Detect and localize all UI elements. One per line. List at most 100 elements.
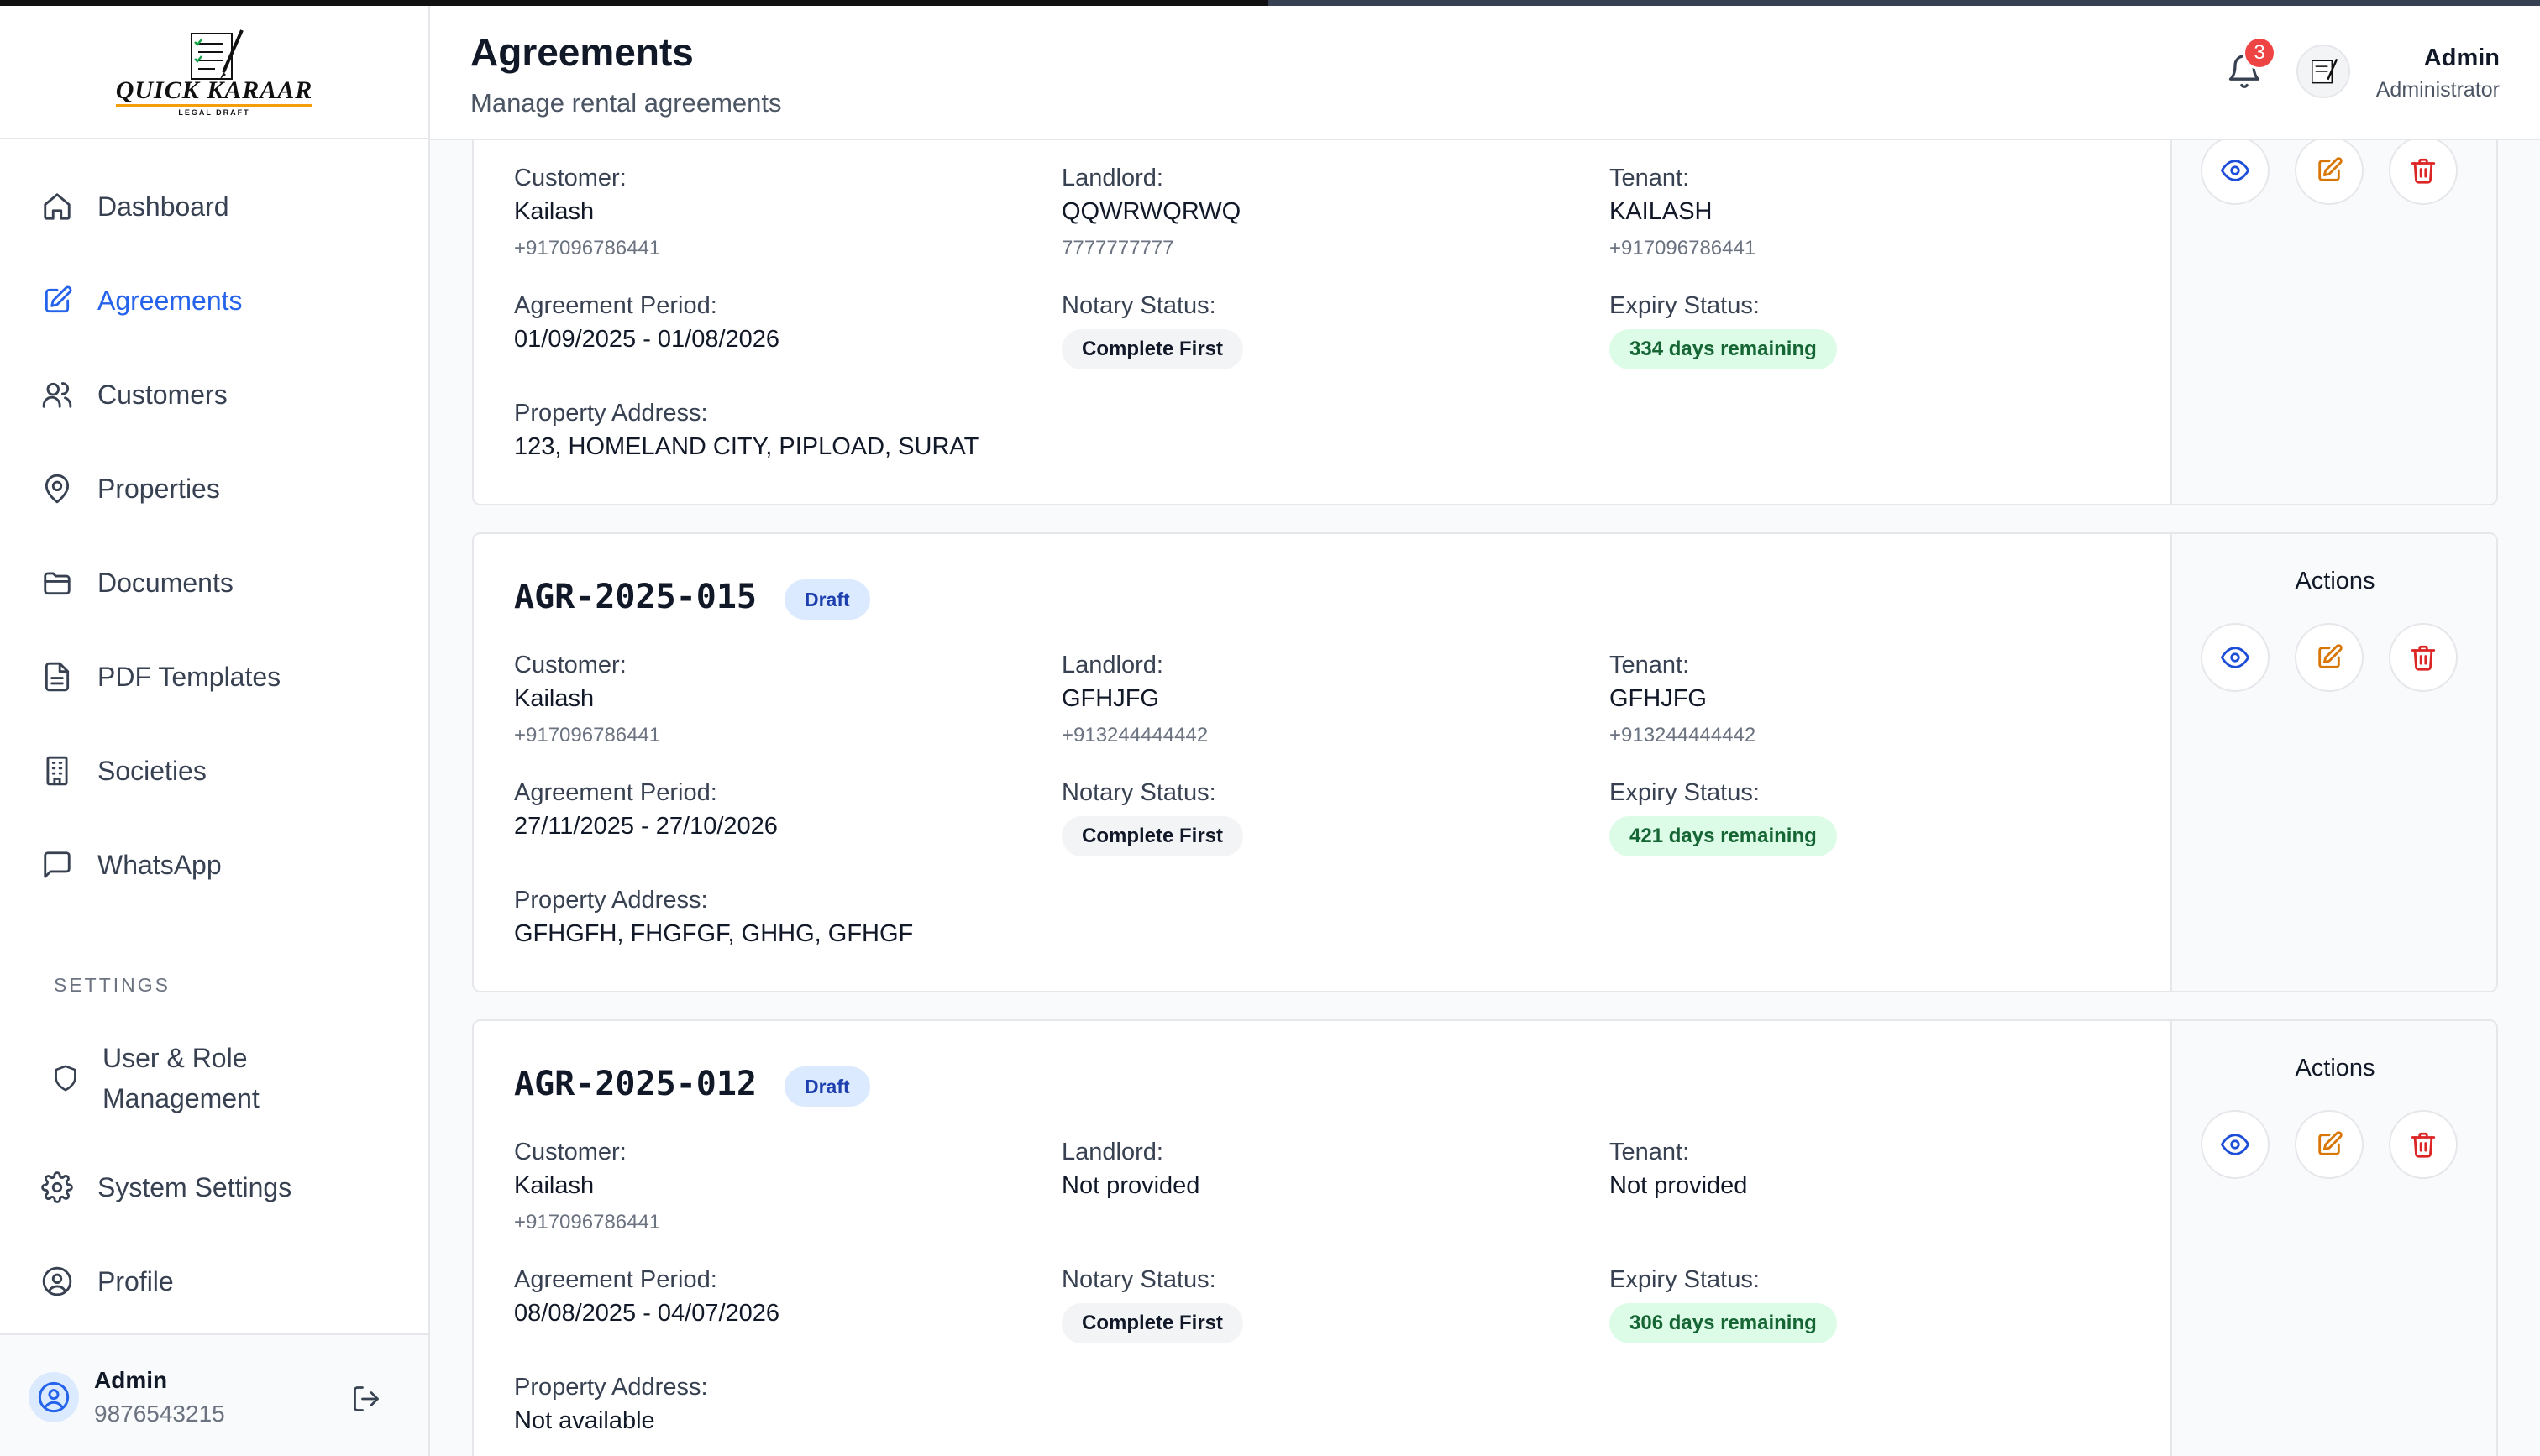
nav-item-properties[interactable]: Properties — [40, 455, 220, 522]
agreement-card: AGR-2025-012 Draft Customer: Kailash +91… — [472, 1019, 2498, 1456]
nav-item-pdf-templates[interactable]: PDF Templates — [40, 643, 281, 710]
message-icon — [40, 848, 74, 882]
trash-icon — [2411, 1132, 2436, 1158]
nav-item-documents[interactable]: Documents — [40, 549, 234, 616]
edit-button[interactable] — [2295, 623, 2364, 692]
nav-item-dashboard[interactable]: Dashboard — [40, 173, 229, 240]
actions-heading: Actions — [2295, 1055, 2375, 1082]
agreement-id[interactable]: AGR-2025-012 — [514, 1065, 757, 1103]
customer-name: Kailash — [514, 1172, 595, 1199]
nav-label: User & Role Management — [102, 1043, 260, 1113]
edit-button[interactable] — [2295, 1110, 2364, 1179]
view-button[interactable] — [2201, 136, 2270, 205]
landlord-name: Not provided — [1062, 1172, 1200, 1199]
delete-button[interactable] — [2389, 136, 2458, 205]
notary-status-label: Notary Status: — [1062, 1266, 1216, 1293]
delete-button[interactable] — [2389, 1110, 2458, 1179]
landlord-name: QQWRWQRWQ — [1062, 198, 1241, 225]
nav-item-customers[interactable]: Customers — [40, 361, 228, 428]
expiry-status-label: Expiry Status: — [1609, 1266, 1760, 1293]
brand-logo-icon — [2312, 58, 2338, 84]
landlord-name: GFHJFG — [1062, 685, 1159, 712]
landlord-label: Landlord: — [1062, 652, 1163, 678]
property-address-label: Property Address: — [514, 400, 708, 427]
gear-icon — [40, 1171, 74, 1204]
sidebar-user-phone: 9876543215 — [94, 1401, 225, 1427]
nav-label: Dashboard — [97, 191, 229, 222]
edit-icon — [2318, 644, 2343, 668]
logout-icon — [354, 1386, 379, 1411]
document-pen-logo-icon — [191, 29, 244, 80]
nav-label: System Settings — [97, 1171, 292, 1202]
view-button[interactable] — [2201, 623, 2270, 692]
agreement-period-label: Agreement Period: — [514, 779, 717, 806]
header-user-name: Admin — [2423, 45, 2500, 71]
page-header: Agreements Manage rental agreements 3 Ad… — [430, 6, 2540, 140]
agreement-period: 01/09/2025 - 01/08/2026 — [514, 326, 780, 353]
landlord-phone: 7777777777 — [1062, 237, 1174, 259]
nav-label: Properties — [97, 473, 220, 504]
agreement-card: Customer: Kailash +917096786441 Landlord… — [472, 101, 2498, 505]
view-button[interactable] — [2201, 1110, 2270, 1179]
user-circle-icon — [38, 1381, 70, 1413]
status-badge: Draft — [785, 579, 870, 620]
header-user-role: Administrator — [2375, 78, 2500, 102]
avatar[interactable] — [29, 1372, 79, 1422]
expiry-status-badge: 421 days remaining — [1609, 816, 1837, 856]
sidebar-user-panel: Admin 9876543215 — [0, 1333, 428, 1456]
customer-phone: +917096786441 — [514, 237, 661, 259]
agreement-card: AGR-2025-015 Draft Customer: Kailash +91… — [472, 532, 2498, 992]
tenant-label: Tenant: — [1609, 165, 1690, 191]
nav-item-whatsapp[interactable]: WhatsApp — [40, 831, 222, 898]
nav-label: WhatsApp — [97, 849, 222, 880]
edit-button[interactable] — [2295, 136, 2364, 205]
notary-status-badge: Complete First — [1062, 1303, 1244, 1343]
customer-label: Customer: — [514, 1139, 627, 1165]
customer-label: Customer: — [514, 165, 627, 191]
trash-icon — [2411, 158, 2436, 184]
expiry-status-badge: 334 days remaining — [1609, 329, 1837, 369]
agreement-id[interactable]: AGR-2025-015 — [514, 578, 757, 616]
status-badge: Draft — [785, 1066, 870, 1107]
folder-icon — [40, 566, 74, 600]
building-icon — [40, 754, 74, 788]
notary-status-badge: Complete First — [1062, 329, 1244, 369]
tenant-phone: +913244444442 — [1609, 724, 1756, 746]
settings-heading: SETTINGS — [54, 974, 171, 996]
eye-icon — [2221, 1134, 2249, 1155]
sidebar: QUICK KARAAR LEGAL DRAFT Dashboard Agree… — [0, 0, 430, 1456]
notary-status-badge: Complete First — [1062, 816, 1244, 856]
brand-logo[interactable]: QUICK KARAAR LEGAL DRAFT — [0, 0, 428, 139]
landlord-label: Landlord: — [1062, 165, 1163, 191]
nav-item-user-role-management[interactable]: User & Role Management — [49, 1038, 260, 1118]
top-progress-strip — [0, 0, 2540, 6]
property-address-label: Property Address: — [514, 887, 708, 914]
nav-label: Societies — [97, 755, 207, 786]
nav-item-profile[interactable]: Profile — [40, 1248, 174, 1315]
delete-button[interactable] — [2389, 623, 2458, 692]
home-icon — [40, 190, 74, 223]
nav-item-system-settings[interactable]: System Settings — [40, 1154, 291, 1221]
nav-label: Customers — [97, 379, 228, 410]
edit-icon — [2318, 1131, 2343, 1155]
tenant-label: Tenant: — [1609, 1139, 1690, 1165]
landlord-label: Landlord: — [1062, 1139, 1163, 1165]
shield-icon — [49, 1061, 82, 1095]
map-pin-icon — [40, 472, 74, 505]
edit-document-icon — [40, 284, 74, 317]
brand-tagline: LEGAL DRAFT — [178, 107, 250, 117]
customer-phone: +917096786441 — [514, 724, 661, 746]
eye-icon — [2221, 160, 2249, 181]
actions-panel — [2170, 102, 2496, 504]
logout-button[interactable] — [351, 1384, 385, 1417]
avatar[interactable] — [2296, 45, 2350, 98]
nav-item-societies[interactable]: Societies — [40, 737, 207, 804]
landlord-phone: +913244444442 — [1062, 724, 1209, 746]
agreement-period-label: Agreement Period: — [514, 292, 717, 319]
customer-phone: +917096786441 — [514, 1211, 661, 1233]
trash-icon — [2411, 645, 2436, 671]
page-title: Agreements — [470, 30, 694, 74]
nav-item-agreements[interactable]: Agreements — [40, 267, 243, 334]
property-address: 123, HOMELAND CITY, PIPLOAD, SURAT — [514, 433, 979, 460]
nav-label: Profile — [97, 1265, 174, 1296]
